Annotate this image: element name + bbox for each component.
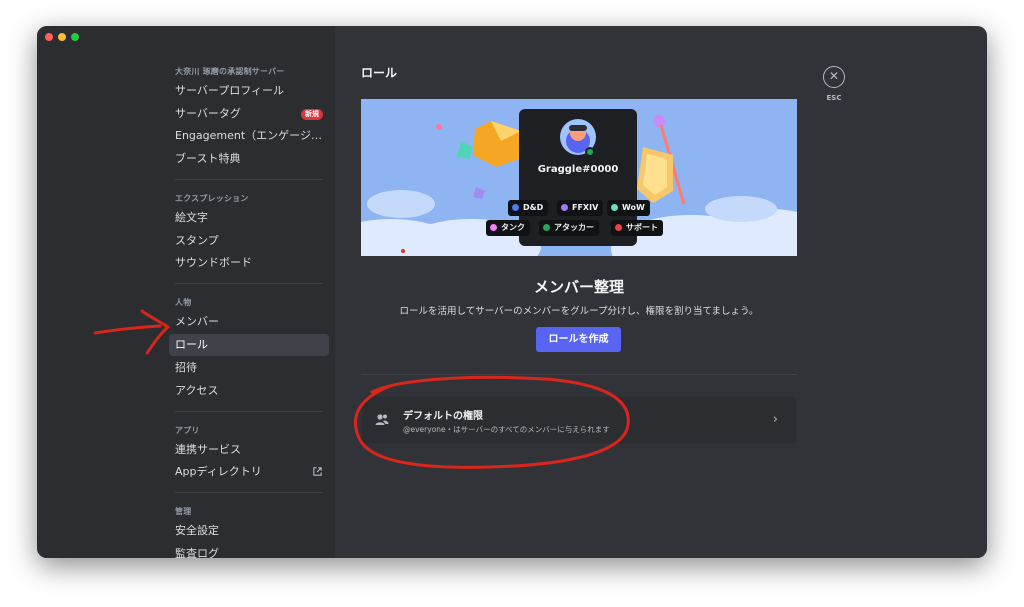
- sidebar-divider: [175, 283, 323, 285]
- role-color-dot-icon: [543, 224, 550, 231]
- sidebar-section-header: 大奈川 琢磨の承認制サーバー: [175, 67, 285, 76]
- role-color-dot-icon: [615, 224, 622, 231]
- role-pill: FFXIV: [557, 200, 604, 216]
- sidebar-item[interactable]: サーバータグ 新規: [169, 103, 329, 125]
- role-pill-label: サポート: [626, 223, 658, 232]
- sidebar-section-header: エクスプレッション: [175, 194, 249, 204]
- role-pill-label: アタッカー: [554, 223, 594, 232]
- sidebar-item[interactable]: 絵文字: [169, 207, 329, 229]
- roles-hero-banner: Graggle#0000 D&D FFXIV WoW タンク アタッカー サポート: [361, 99, 797, 256]
- role-pill-label: WoW: [622, 203, 645, 212]
- sidebar-item[interactable]: 安全設定: [169, 520, 329, 542]
- sidebar-item-label: サウンドボード: [175, 256, 252, 270]
- sidebar-item-label: ロール: [175, 338, 208, 352]
- role-pill: サポート: [611, 220, 663, 236]
- members-icon: [375, 414, 389, 425]
- settings-sidebar: 大奈川 琢磨の承認制サーバーサーバープロフィール サーバータグ 新規 Engageme…: [37, 26, 335, 558]
- sidebar-nav: 大奈川 琢磨の承認制サーバーサーバープロフィール サーバータグ 新規 Engageme…: [169, 64, 329, 558]
- page-title: ロール: [361, 66, 398, 80]
- sidebar-item[interactable]: ロール: [169, 334, 329, 357]
- sidebar-item[interactable]: 監査ログ: [169, 543, 329, 558]
- sidebar-section-header: アプリ: [175, 425, 200, 435]
- sidebar-item-label: 安全設定: [175, 524, 219, 538]
- role-color-dot-icon: [512, 204, 519, 211]
- app-window: 大奈川 琢磨の承認制サーバーサーバープロフィール サーバータグ 新規 Engageme…: [37, 26, 987, 558]
- sidebar-divider: [175, 410, 323, 412]
- role-color-dot-icon: [490, 224, 497, 231]
- preview-username: Graggle#0000: [537, 164, 619, 175]
- sidebar-item[interactable]: 招待: [169, 357, 329, 379]
- sidebar-item-label: サーバープロフィール: [175, 84, 285, 97]
- sidebar-item-label: 絵文字: [175, 211, 208, 225]
- sidebar-item-label: アクセス: [175, 383, 219, 397]
- sidebar-item-label: スタンプ: [175, 233, 219, 247]
- role-pill-label: FFXIV: [572, 203, 599, 212]
- chevron-right-icon: ›: [772, 412, 778, 427]
- section-description: ロールを活用してサーバーのメンバーをグループ分けし、権限を割り当てましょう。: [399, 306, 759, 317]
- sidebar-section-header: 管理: [175, 507, 192, 517]
- divider: [361, 374, 797, 375]
- sidebar-item[interactable]: 連携サービス: [169, 439, 329, 461]
- role-pill: タンク: [486, 220, 530, 236]
- default-permissions-subtitle: @everyone・はサーバーのすべてのメンバーに与えられます: [403, 425, 610, 434]
- role-pill: D&D: [508, 200, 549, 216]
- roles-panel: ロール ✕ ESC Graggle#0000 D&D FFXIV WoW タンク…: [335, 26, 987, 558]
- window-close-button[interactable]: [45, 33, 53, 41]
- default-permissions-title: デフォルトの権限: [403, 411, 483, 422]
- sidebar-item-label: サーバータグ: [175, 106, 241, 120]
- sidebar-divider: [175, 492, 323, 494]
- sidebar-item-label: メンバー: [175, 315, 219, 329]
- role-pill-label: D&D: [523, 203, 544, 212]
- role-pill: アタッカー: [539, 220, 599, 236]
- esc-label: ESC: [826, 94, 842, 102]
- sidebar-item[interactable]: スタンプ: [169, 230, 329, 252]
- role-pill: WoW: [607, 200, 650, 216]
- window-maximize-button[interactable]: [71, 33, 79, 41]
- sidebar-item[interactable]: ブースト特典: [169, 148, 329, 170]
- new-badge: 新規: [301, 108, 323, 120]
- sidebar-item-label: 監査ログ: [175, 546, 219, 558]
- role-color-dot-icon: [561, 204, 568, 211]
- sidebar-item[interactable]: サウンドボード: [169, 252, 329, 274]
- sidebar-item[interactable]: サーバープロフィール: [169, 80, 329, 102]
- sidebar-section-header: 人物: [175, 298, 192, 308]
- sidebar-item[interactable]: Appディレクトリ: [169, 461, 329, 483]
- sidebar-item[interactable]: アクセス: [169, 380, 329, 402]
- external-link-icon: [313, 467, 322, 476]
- sidebar-item-label: ブースト特典: [175, 152, 241, 166]
- window-controls: [45, 33, 79, 41]
- section-heading: メンバー整理: [533, 278, 624, 296]
- sidebar-item-label: 連携サービス: [175, 442, 241, 456]
- sidebar-item-label: 招待: [175, 360, 197, 374]
- default-permissions-row[interactable]: デフォルトの権限 @everyone・はサーバーのすべてのメンバーに与えられます…: [361, 396, 797, 444]
- role-pill-label: タンク: [501, 223, 525, 232]
- create-role-button[interactable]: ロールを作成: [536, 327, 621, 352]
- sidebar-item-label: Appディレクトリ: [175, 465, 262, 479]
- window-minimize-button[interactable]: [58, 33, 66, 41]
- close-icon[interactable]: ✕: [823, 66, 845, 88]
- sidebar-item[interactable]: メンバー: [169, 311, 329, 333]
- online-status-icon: [585, 147, 595, 157]
- role-color-dot-icon: [611, 204, 618, 211]
- sidebar-item[interactable]: Engagement（エンゲージメ...: [169, 125, 329, 147]
- sidebar-item-label: Engagement（エンゲージメ...: [175, 129, 329, 143]
- sidebar-divider: [175, 179, 323, 181]
